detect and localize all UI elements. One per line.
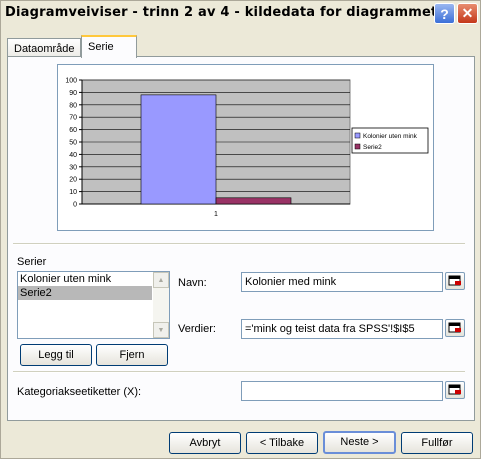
collapse-dialog-icon[interactable] (445, 272, 465, 290)
chart-svg: 0 10 20 30 40 50 60 70 80 90 100 1 Kolonier uten min… (65, 78, 429, 218)
help-icon: ? (440, 5, 449, 22)
legend-label: Serie2 (363, 144, 382, 151)
collapse-dialog-icon[interactable] (445, 319, 465, 337)
legend-label: Kolonier uten mink (363, 133, 418, 140)
range-select-icon (448, 384, 461, 395)
help-button[interactable]: ? (434, 3, 455, 24)
y-tick-label: 100 (65, 78, 77, 85)
y-tick-label: 30 (69, 164, 77, 171)
series-listbox[interactable]: Kolonier uten mink Serie2 ▲ ▼ (17, 271, 170, 339)
y-tick-label: 50 (69, 140, 77, 147)
cancel-button[interactable]: Avbryt (169, 432, 241, 454)
range-select-icon (448, 275, 461, 286)
y-tick-label: 60 (69, 127, 77, 134)
bar (215, 197, 292, 205)
legend-swatch (354, 132, 361, 139)
chart-wizard-dialog: Diagramveiviser - trinn 2 av 4 - kildeda… (0, 0, 481, 459)
y-tick-label: 20 (69, 177, 77, 184)
name-label: Navn: (178, 277, 207, 289)
y-tick-label: 80 (69, 102, 77, 109)
next-button[interactable]: Neste > (323, 431, 396, 454)
bar (140, 94, 217, 205)
name-field[interactable]: Kolonier med mink (241, 272, 443, 292)
y-tick-label: 40 (69, 152, 77, 159)
close-icon: ✕ (461, 5, 474, 21)
finish-button[interactable]: Fullfør (401, 432, 473, 454)
separator (13, 243, 465, 245)
scroll-up-icon[interactable]: ▲ (153, 272, 169, 288)
tab-label: Dataområde (14, 43, 75, 55)
series-item[interactable]: Kolonier uten mink (18, 272, 169, 286)
series-item-selected[interactable]: Serie2 (18, 286, 152, 300)
tab-label: Serie (88, 41, 114, 53)
legend-swatch (354, 143, 361, 150)
chart-preview: 0 10 20 30 40 50 60 70 80 90 100 1 Kolonier uten min… (57, 64, 434, 231)
y-tick-label: 70 (69, 115, 77, 122)
range-select-icon (448, 322, 461, 333)
series-section-label: Serier (17, 256, 46, 268)
y-tick-label: 10 (69, 189, 77, 196)
series-label-text: Serier (17, 256, 47, 268)
window-title: Diagramveiviser - trinn 2 av 4 - kildeda… (5, 5, 438, 20)
y-tick-label: 0 (73, 202, 77, 209)
y-tick-label: 90 (69, 90, 77, 97)
collapse-dialog-icon[interactable] (445, 381, 465, 399)
values-field[interactable]: ='mink og teist data fra SPSS'!$I$5 (241, 319, 443, 339)
scroll-down-icon[interactable]: ▼ (153, 322, 169, 338)
listbox-scrollbar[interactable]: ▲ ▼ (153, 272, 169, 338)
back-button[interactable]: < Tilbake (246, 432, 318, 454)
x-tick-label: 1 (214, 211, 218, 218)
separator (13, 371, 465, 373)
category-label: Kategoriakseetiketter (X): (17, 386, 142, 398)
title-bar: Diagramveiviser - trinn 2 av 4 - kildeda… (1, 1, 480, 27)
values-label: Verdier: (178, 323, 216, 335)
tab-dataomrade[interactable]: Dataområde (7, 38, 81, 57)
add-series-button[interactable]: Legg til (20, 344, 92, 366)
close-button[interactable]: ✕ (457, 3, 478, 24)
category-axis-field[interactable] (241, 381, 443, 401)
tab-serie[interactable]: Serie (81, 35, 137, 58)
remove-series-button[interactable]: Fjern (96, 344, 168, 366)
